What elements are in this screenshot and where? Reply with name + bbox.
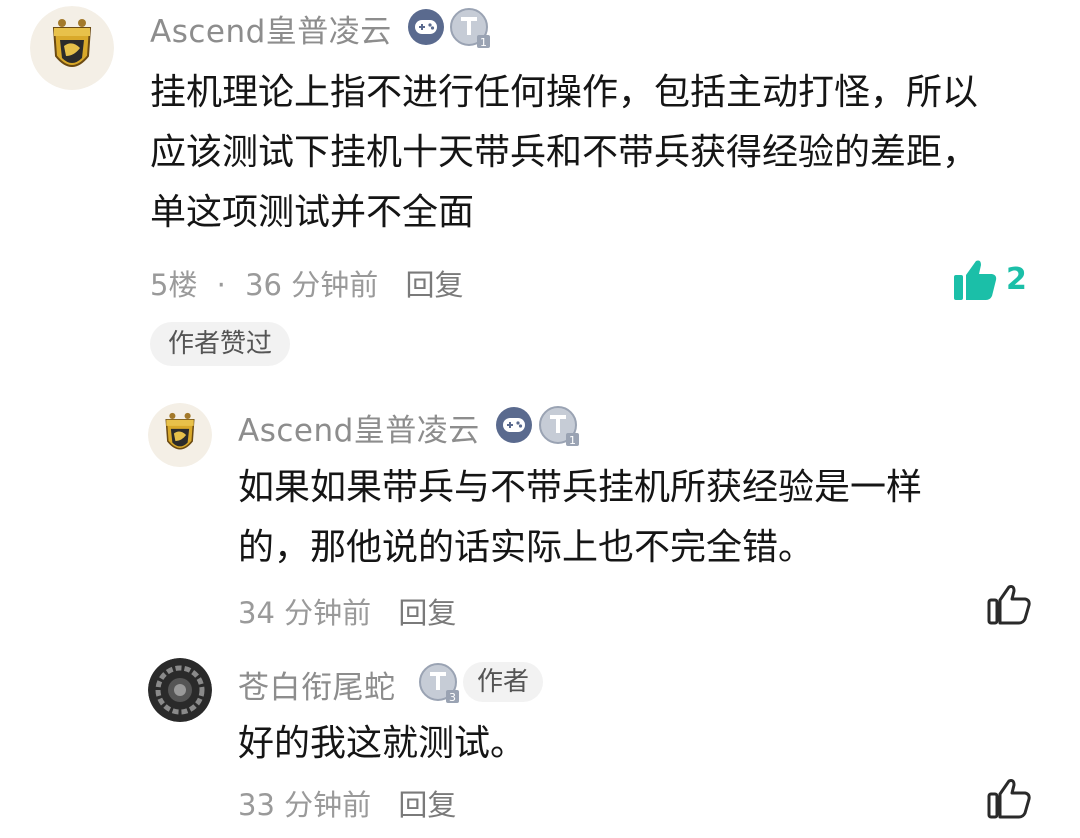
thumbs-up-filled-icon [954, 260, 997, 300]
hufflepuff-crest-avatar [30, 6, 114, 90]
author-tag: 作者 [463, 662, 544, 702]
reply-button[interactable]: 回复 [398, 596, 456, 630]
reply-meta: 33 分钟前 回复 [238, 782, 456, 824]
user-avatar[interactable] [30, 6, 114, 90]
reply-username[interactable]: 苍白衔尾蛇 [238, 662, 396, 707]
gamepad-icon [408, 9, 444, 45]
floor-number: 5楼 [150, 268, 198, 302]
reply-text: 好的我这就测试。 [238, 714, 1038, 774]
reply-time: 34 分钟前 [238, 596, 372, 630]
liked-by-author-tag: 作者赞过 [150, 322, 291, 366]
like-count: 2 [1006, 262, 1027, 297]
level-number: 1 [569, 434, 576, 447]
reply-avatar[interactable] [148, 658, 212, 722]
level-number: 3 [449, 691, 456, 704]
reply-text-line: 的，那他说的话实际上也不完全错。 [238, 527, 815, 568]
hufflepuff-crest-avatar [148, 403, 212, 467]
comment-time: 36 分钟前 [245, 268, 379, 302]
reply-button[interactable]: 回复 [405, 268, 463, 302]
like-button[interactable] [986, 582, 1032, 628]
level-t-icon: 1 [538, 405, 580, 447]
like-button[interactable] [986, 776, 1032, 822]
meta-separator: · [216, 268, 226, 302]
like-button[interactable]: 2 [950, 258, 1030, 306]
comment-text-line: 挂机理论上指不进行任何操作，包括主动打怪，所以 [150, 72, 979, 113]
comment-text-line: 应该测试下挂机十天带兵和不带兵获得经验的差距， [150, 132, 979, 173]
reply-avatar[interactable] [148, 403, 212, 467]
reply-time: 33 分钟前 [238, 788, 372, 822]
reply-text-line: 好的我这就测试。 [238, 723, 527, 764]
reply-button[interactable]: 回复 [398, 788, 456, 822]
thumbs-up-outline-icon [987, 585, 1031, 625]
level-t-icon: 3 [418, 662, 460, 704]
ouroboros-avatar [148, 658, 212, 722]
thumbs-up-outline-icon [987, 779, 1031, 819]
reply-text: 如果如果带兵与不带兵挂机所获经验是一样 的，那他说的话实际上也不完全错。 [238, 458, 1038, 578]
level-number: 1 [480, 36, 487, 49]
reply-meta: 34 分钟前 回复 [238, 590, 456, 632]
reply-text-line: 如果如果带兵与不带兵挂机所获经验是一样 [238, 467, 923, 508]
level-t-icon: 1 [449, 7, 491, 49]
comment-text: 挂机理论上指不进行任何操作，包括主动打怪，所以 应该测试下挂机十天带兵和不带兵获… [150, 63, 1050, 243]
reply-username[interactable]: Ascend皇普凌云 [238, 405, 480, 450]
comment-username[interactable]: Ascend皇普凌云 [150, 6, 392, 51]
comment-text-line: 单这项测试并不全面 [150, 192, 475, 233]
gamepad-icon [496, 407, 532, 443]
comment-meta: 5楼 · 36 分钟前 回复 [150, 262, 463, 304]
